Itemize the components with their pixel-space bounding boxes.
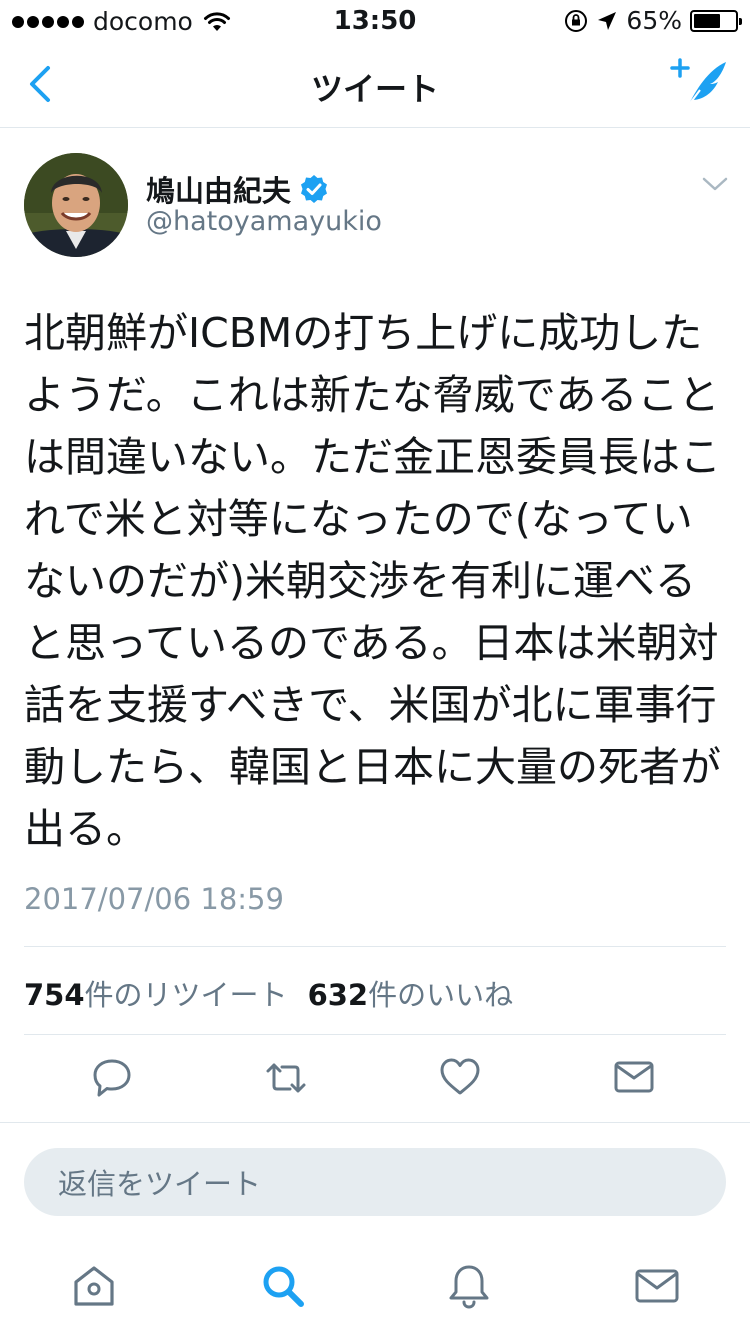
tab-bar	[0, 1236, 750, 1334]
retweet-stat[interactable]: 754件のリツイート	[24, 972, 288, 1014]
tweet-text: 北朝鮮がICBMの打ち上げに成功したようだ。これは新たな脅威であることは間違いな…	[24, 309, 721, 853]
divider	[24, 946, 726, 947]
like-count: 632	[307, 978, 369, 1012]
divider	[24, 1034, 726, 1035]
author-name-row[interactable]: 鳩山由紀夫	[146, 168, 329, 210]
retweet-icon[interactable]	[264, 1054, 308, 1102]
author-handle[interactable]: @hatoyamayukio	[146, 206, 382, 237]
notifications-icon[interactable]	[445, 1262, 493, 1310]
location-arrow-icon	[598, 11, 617, 30]
messages-icon[interactable]	[633, 1262, 681, 1310]
author-name: 鳩山由紀夫	[146, 174, 292, 208]
battery-icon	[690, 9, 742, 32]
tweet-detail-screen: docomo 13:50 65% ツイート 鳩山由紀夫 @hatoyamayuk…	[0, 0, 750, 1334]
section-divider	[0, 1122, 750, 1123]
reply-icon[interactable]	[90, 1054, 134, 1102]
retweet-label: 件のリツイート	[84, 978, 288, 1012]
author-avatar[interactable]	[24, 153, 128, 257]
retweet-count: 754	[24, 978, 85, 1012]
reply-placeholder: 返信をツイート	[58, 1167, 262, 1201]
battery-percent: 65%	[626, 6, 682, 35]
home-icon[interactable]	[70, 1262, 118, 1310]
reply-input[interactable]: 返信をツイート	[24, 1148, 726, 1216]
like-stat[interactable]: 632件のいいね	[308, 972, 514, 1014]
status-bar: docomo 13:50 65%	[0, 0, 750, 40]
like-icon[interactable]	[438, 1054, 482, 1102]
orientation-lock-icon	[565, 9, 588, 32]
status-right: 65%	[564, 6, 742, 35]
engagement-stats: 754件のリツイート 632件のいいね	[24, 972, 513, 1014]
direct-message-icon[interactable]	[612, 1054, 656, 1102]
tweet-timestamp: 2017/07/06 18:59	[24, 882, 284, 916]
battery-level	[694, 13, 720, 28]
search-icon[interactable]	[259, 1262, 307, 1310]
like-label: 件のいいね	[368, 978, 514, 1012]
compose-tweet-icon[interactable]	[670, 56, 730, 112]
tweet-action-bar	[0, 1054, 750, 1104]
chevron-down-icon[interactable]	[700, 172, 730, 196]
verified-badge-icon	[301, 175, 328, 203]
page-title: ツイート	[310, 70, 439, 108]
navigation-bar: ツイート	[0, 40, 750, 128]
